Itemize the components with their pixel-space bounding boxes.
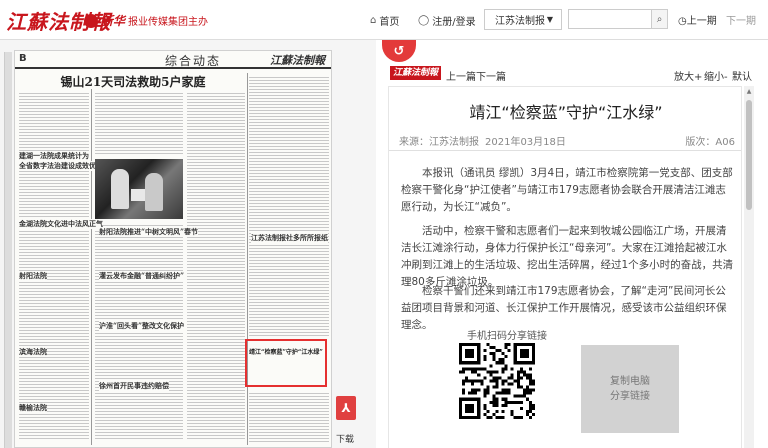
scroll-up-icon[interactable]: ▲ xyxy=(744,88,754,98)
search-input[interactable] xyxy=(568,9,652,29)
article-logo: 江蘇法制報 xyxy=(390,66,442,80)
sponsor-brand: 新华 xyxy=(101,14,126,28)
article-paragraph: 检察干警们还来到靖江市179志愿者协会，了解“走河”民间河长公益团项目背景和河道… xyxy=(401,285,727,331)
scrollbar-thumb[interactable] xyxy=(746,100,752,210)
article-date: 2021年03月18日 xyxy=(485,137,566,148)
zoom-out-button[interactable]: 缩小- xyxy=(704,68,728,83)
selected-article-highlight[interactable]: 靖江“检察蓝”守护“江水绿” xyxy=(245,339,327,387)
xinhua-logo-icon xyxy=(84,13,98,28)
next-issue-link[interactable]: 下一期 xyxy=(726,12,756,27)
page-subhead[interactable]: 赣榆法院 xyxy=(19,403,47,413)
page-stack-edge xyxy=(4,52,12,448)
page-section-title: 综合动态 xyxy=(165,54,222,68)
page-subhead[interactable]: 徐州首开民事违约赔偿 xyxy=(99,381,169,391)
login-label: 注册/登录 xyxy=(432,16,476,28)
page-masthead: 江蘇法制報 xyxy=(270,54,325,67)
newspaper-viewer: B 综合动态 江蘇法制報 锡山21天司法救助5户家庭 建湖一法院成果统计为 全省… xyxy=(0,40,376,448)
text-column[interactable] xyxy=(19,91,89,441)
top-bar: 江蘇法制報 新华 报业传媒集团主办 ⌂ 首页 ◯ 注册/登录 江苏法制报 ▼ ⌕… xyxy=(0,0,768,40)
article-source: 来源：江苏法制报 xyxy=(399,137,479,148)
page-subhead[interactable]: 建湖一法院成果统计为 xyxy=(19,151,89,161)
article-paragraph: 活动中，检察干警和志愿者们一起来到牧城公园临江广场，开展清洁长江滩涂行动，身体力… xyxy=(401,225,734,288)
page-subhead[interactable]: 全省数字法治建设成效优良 xyxy=(19,161,103,171)
edition-select-value: 江苏法制报 xyxy=(495,16,545,27)
text-column[interactable] xyxy=(249,391,329,443)
zoom-default-button[interactable]: 默认 xyxy=(732,68,752,83)
article-panel: 靖江“检察蓝”守护“江水绿” 来源：江苏法制报 2021年03月18日 版次：A… xyxy=(388,86,742,448)
zoom-in-button[interactable]: 放大+ xyxy=(674,68,702,83)
pdf-download-button[interactable]: ⅄ xyxy=(336,396,356,420)
news-photo[interactable] xyxy=(95,159,183,219)
page-headline[interactable]: 锡山21天司法救助5户家庭 xyxy=(19,73,247,90)
highlight-title: 靖江“检察蓝”守护“江水绿” xyxy=(249,347,323,356)
prev-issue-label: 上一期 xyxy=(686,16,717,27)
text-column[interactable] xyxy=(95,223,183,441)
next-article-link[interactable]: 下一篇 xyxy=(476,68,506,83)
login-link[interactable]: ◯ 注册/登录 xyxy=(418,10,476,30)
article-paragraph: 本报讯（通讯员 缪凯）3月4日，靖江市检察院第一党支部、团支部检察干警化身“护江… xyxy=(401,167,733,213)
article-meta: 来源：江苏法制报 2021年03月18日 版次：A06 xyxy=(389,131,741,151)
page-subhead[interactable]: 射阳法院推进“中树文明风”春节 xyxy=(99,227,199,237)
copy-link-line2: 分享链接 xyxy=(610,391,650,402)
download-label[interactable]: 下载 xyxy=(336,432,354,445)
home-label: 首页 xyxy=(379,16,400,28)
home-link[interactable]: ⌂ 首页 xyxy=(370,10,399,30)
page-subhead[interactable]: 金湖法院文化进中法风正气 xyxy=(19,219,103,229)
prev-issue-link[interactable]: ◷上一期 xyxy=(678,12,717,27)
page-subhead[interactable]: 灌云发布金融“普通纠纷护” xyxy=(99,271,185,281)
column-divider xyxy=(91,89,92,445)
page-subhead[interactable]: 沪淮“回头看”整改文化保护 xyxy=(99,321,185,331)
text-column[interactable] xyxy=(249,75,329,337)
back-button[interactable]: ↺ xyxy=(382,40,416,62)
search-button[interactable]: ⌕ xyxy=(652,9,668,29)
prev-circle-icon: ◷ xyxy=(678,16,687,27)
home-icon: ⌂ xyxy=(370,14,377,26)
sponsor-label: 新华 报业传媒集团主办 xyxy=(84,12,208,29)
prev-article-link[interactable]: 上一篇 xyxy=(446,68,476,83)
copy-link-line1: 复制电脑 xyxy=(610,376,650,387)
qr-share-label: 手机扫码分享链接 xyxy=(467,331,547,342)
article-edition: 版次：A06 xyxy=(685,137,735,148)
copy-link-button[interactable]: 复制电脑 分享链接 xyxy=(581,345,679,433)
page-subhead[interactable]: 江苏法制报社多所所报纸 xyxy=(251,233,328,243)
page-header: B 综合动态 江蘇法制報 xyxy=(15,51,331,69)
user-icon: ◯ xyxy=(418,14,430,26)
column-divider xyxy=(247,73,248,445)
article-title: 靖江“检察蓝”守护“江水绿” xyxy=(469,103,663,122)
sponsor-text: 报业传媒集团主办 xyxy=(128,17,209,28)
article-toolbar: 江蘇法制報 上一篇 下一篇 放大+ 缩小- 默认 xyxy=(380,66,768,84)
qr-code xyxy=(459,343,535,419)
page-letter: B xyxy=(19,53,27,64)
search-icon: ⌕ xyxy=(656,13,663,25)
text-column[interactable] xyxy=(95,91,183,155)
page-subhead[interactable]: 射阳法院 xyxy=(19,271,47,281)
page-subhead[interactable]: 滨海法院 xyxy=(19,347,47,357)
newspaper-page[interactable]: B 综合动态 江蘇法制報 锡山21天司法救助5户家庭 建湖一法院成果统计为 全省… xyxy=(14,50,332,448)
text-column[interactable] xyxy=(187,91,245,441)
pdf-icon: ⅄ xyxy=(341,401,351,415)
caret-down-icon: ▼ xyxy=(546,15,553,24)
back-arrow-icon: ↺ xyxy=(393,43,405,59)
edition-select[interactable]: 江苏法制报 ▼ xyxy=(484,9,562,30)
